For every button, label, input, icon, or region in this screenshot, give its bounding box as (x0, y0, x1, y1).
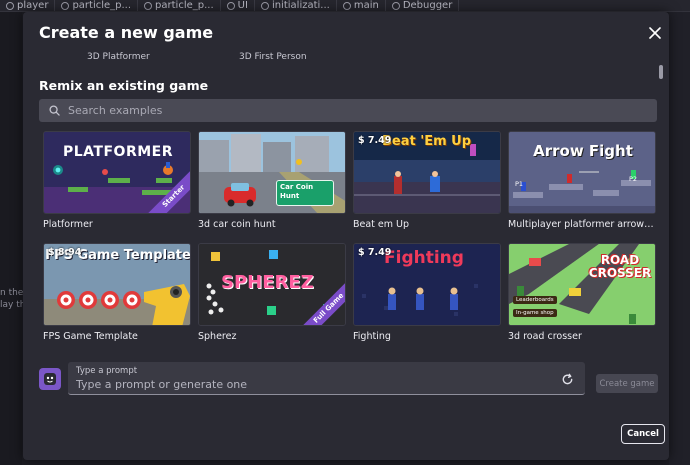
editor-tab-label: particle_p... (155, 0, 214, 11)
editor-tab[interactable]: initializati... (255, 0, 337, 11)
editor-tab[interactable]: particle_p... (55, 0, 139, 11)
game-card-title: Spherez (198, 331, 237, 342)
game-thumbnail: PLATFORMER Starter (43, 131, 191, 214)
game-card-arrow-fight[interactable]: Arrow Fight P1 P2 Multiplayer platformer… (508, 131, 656, 230)
editor-tab[interactable]: main (337, 0, 386, 11)
game-thumbnail: Fighting $ 7.49 (353, 243, 501, 326)
template-label[interactable]: 3D Platformer (87, 52, 150, 62)
editor-tab-label: particle_p... (72, 0, 132, 11)
scene-icon (226, 1, 235, 10)
refresh-icon (562, 373, 572, 384)
game-card-beat-em-up[interactable]: Beat 'Em Up $ 7.49 Beat em Up (353, 131, 501, 230)
game-thumbnail: SPHEREZ Full Game (198, 243, 346, 326)
generate-prompt-button[interactable] (558, 370, 576, 388)
search-bar[interactable] (39, 99, 657, 122)
game-thumbnail: ROAD CROSSER Leaderboards In-game shop (508, 243, 656, 326)
create-game-button[interactable]: Create game (596, 374, 658, 393)
scene-icon (144, 1, 153, 10)
debugger-icon (391, 1, 400, 10)
template-label[interactable]: 3D First Person (239, 52, 307, 62)
search-input[interactable] (68, 104, 628, 117)
close-button[interactable] (646, 24, 664, 42)
prompt-label: Type a prompt (76, 366, 138, 376)
section-title: Remix an existing game (39, 78, 209, 93)
leaderboards-tag: Leaderboards (513, 296, 557, 304)
editor-tab[interactable]: UI (221, 0, 255, 11)
ai-avatar-icon (39, 368, 61, 390)
game-card-title: 3d road crosser (508, 331, 582, 342)
dialog-title: Create a new game (39, 23, 214, 42)
scene-icon (61, 1, 70, 10)
editor-tab-label: UI (237, 0, 248, 11)
editor-tab-bar: player particle_p... particle_p... UI in… (0, 0, 690, 12)
game-thumbnail: Arrow Fight P1 P2 (508, 131, 656, 214)
editor-tab[interactable]: player (0, 0, 56, 11)
editor-tab-label: initializati... (271, 0, 330, 11)
game-thumbnail: FPS Game Template $ 8.94 (43, 243, 191, 326)
shop-tag: In-game shop (513, 309, 557, 317)
scene-icon (342, 1, 351, 10)
price-badge: $ 7.49 (358, 135, 392, 146)
player-tag: P1 (515, 180, 524, 188)
game-thumbnail: Beat 'Em Up $ 7.49 (353, 131, 501, 214)
editor-tab-label: main (353, 0, 379, 11)
editor-left-panel: n the lay th (0, 12, 26, 465)
game-card-fighting[interactable]: Fighting $ 7.49 Fighting (353, 243, 501, 342)
thumbnail-caption: Beat 'Em Up (382, 134, 472, 149)
template-row-partial: 3D Platformer 3D First Person (23, 52, 669, 66)
editor-tab-label: Debugger (402, 0, 453, 11)
game-card-road-crosser[interactable]: ROAD CROSSER Leaderboards In-game shop 3… (508, 243, 656, 342)
game-card-title: 3d car coin hunt (198, 219, 276, 230)
cancel-button[interactable]: Cancel (621, 424, 665, 444)
prompt-input[interactable] (76, 376, 546, 392)
game-thumbnail: Car Coin Hunt (198, 131, 346, 214)
scene-icon (260, 1, 269, 10)
thumbnail-caption: ROAD CROSSER (588, 253, 652, 280)
editor-tab[interactable]: Debugger (386, 0, 460, 11)
game-card-title: Multiplayer platformer arrow ... (508, 219, 656, 230)
game-card-fps-template[interactable]: FPS Game Template $ 8.94 FPS Game Templa… (43, 243, 191, 342)
game-card-platformer[interactable]: PLATFORMER Starter Platformer (43, 131, 191, 230)
game-card-title: Beat em Up (353, 219, 410, 230)
prompt-field[interactable]: Type a prompt (68, 362, 585, 395)
thumbnail-caption: PLATFORMER (63, 144, 173, 160)
scene-icon (6, 1, 14, 10)
editor-tab[interactable]: particle_p... (138, 0, 221, 11)
game-card-spherez[interactable]: SPHEREZ Full Game Spherez (198, 243, 346, 342)
create-game-dialog: Create a new game 3D Platformer 3D First… (23, 12, 669, 460)
game-card-car-coin-hunt[interactable]: Car Coin Hunt 3d car coin hunt (198, 131, 346, 230)
game-card-title: Platformer (43, 219, 93, 230)
examples-scroll-area[interactable]: 3D Platformer 3D First Person Remix an e… (23, 52, 669, 367)
thumbnail-caption: Arrow Fight (533, 142, 633, 160)
game-card-title: Fighting (353, 331, 391, 342)
close-icon (649, 27, 661, 39)
price-badge: $ 7.49 (358, 247, 392, 258)
editor-right-panel (669, 12, 690, 465)
editor-tab-label: player (17, 0, 49, 11)
panel-text: lay th (0, 300, 26, 310)
thumbnail-caption: Car Coin Hunt (276, 180, 334, 206)
scrollbar-thumb[interactable] (659, 65, 663, 79)
search-icon (49, 105, 60, 116)
thumbnail-caption: Fighting (384, 248, 464, 268)
price-badge: $ 8.94 (48, 247, 82, 258)
game-card-title: FPS Game Template (43, 331, 138, 342)
panel-text: n the (0, 288, 24, 298)
thumbnail-caption: SPHEREZ (221, 272, 314, 293)
player-tag: P2 (629, 175, 638, 183)
